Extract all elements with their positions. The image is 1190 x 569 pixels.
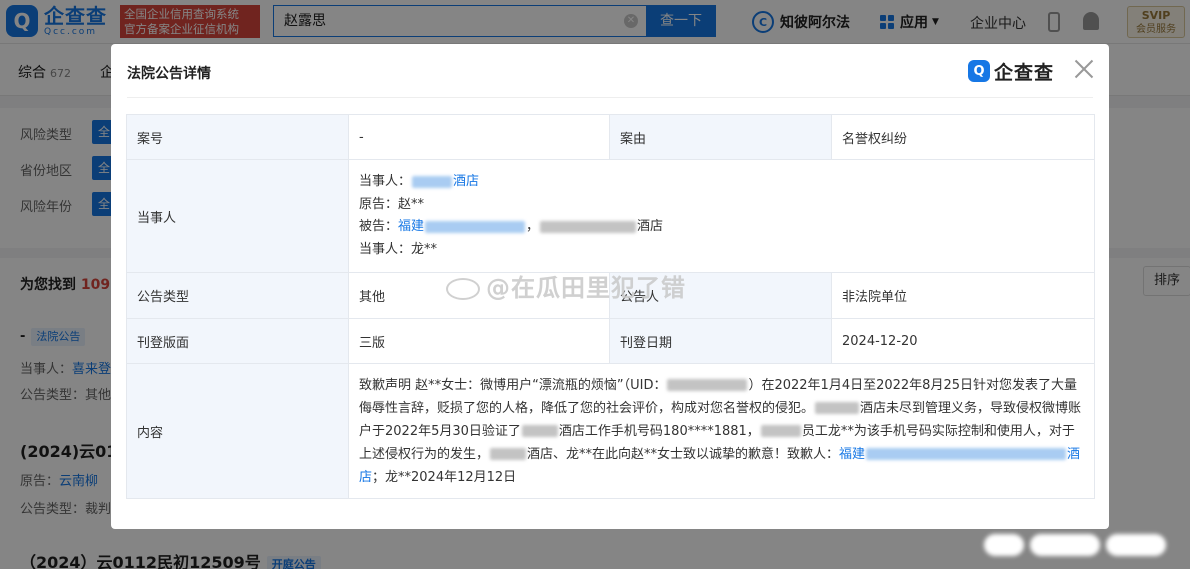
- modal-brand-logo: Q 企查查: [968, 58, 1054, 84]
- corner-watermark: [984, 528, 1184, 562]
- notice-detail-table: 案号 - 案由 名誉权纠纷 当事人 当事人： 酒店 原告：赵** 被告：福建，酒店…: [126, 114, 1095, 499]
- party-line: 当事人： 酒店: [359, 174, 480, 189]
- modal-title: 法院公告详情: [127, 66, 211, 82]
- parties-label: 当事人: [126, 159, 349, 273]
- content-label: 内容: [126, 363, 349, 499]
- publish-date-label: 刊登日期: [609, 318, 832, 364]
- party-line: 被告：福建，酒店: [359, 219, 664, 234]
- weibo-watermark: @在瓜田里犯了错: [446, 268, 686, 303]
- case-no-value: -: [348, 114, 610, 160]
- weibo-icon: [446, 278, 480, 300]
- close-icon[interactable]: [1071, 56, 1097, 82]
- content-value: 致歉声明 赵**女士：微博用户“漂流瓶的烦恼”（UID： ）在2022年1月4日至…: [348, 363, 1095, 499]
- page-value: 三版: [348, 318, 610, 364]
- party-link[interactable]: 酒店: [453, 174, 479, 189]
- qcc-logo-icon: Q: [968, 60, 990, 82]
- court-notice-modal: 法院公告详情 Q 企查查 案号 - 案由 名誉权纠纷 当事人 当事人： 酒店 原告…: [111, 44, 1109, 529]
- announcer-value: 非法院单位: [831, 272, 1095, 319]
- party-line: 当事人：龙**: [359, 241, 438, 257]
- cause-value: 名誉权纠纷: [831, 114, 1095, 160]
- party-line: 原告：赵**: [359, 196, 425, 212]
- case-no-label: 案号: [126, 114, 349, 160]
- modal-header: 法院公告详情 Q 企查查: [127, 44, 1093, 98]
- cause-label: 案由: [609, 114, 832, 160]
- publish-date-value: 2024-12-20: [831, 318, 1095, 364]
- parties-value: 当事人： 酒店 原告：赵** 被告：福建，酒店 当事人：龙**: [348, 159, 1095, 273]
- page-label: 刊登版面: [126, 318, 349, 364]
- party-link[interactable]: 福建: [398, 219, 526, 234]
- notice-type-label: 公告类型: [126, 272, 349, 319]
